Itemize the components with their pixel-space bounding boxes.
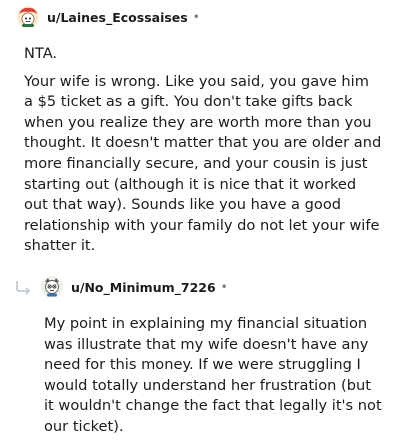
comment-body: NTA. Your wife is wrong. Like you said, … [24,44,382,264]
reply-arrow-icon [14,278,36,296]
comment-username[interactable]: u/No_Minimum_7226 [71,280,216,295]
comment-paragraph: My point in explaining my financial situ… [44,315,382,435]
comment-paragraph: Your wife is wrong. Like you said, you g… [24,72,382,255]
comment-body: My point in explaining my financial situ… [44,314,384,445]
meta-separator: • [220,280,228,294]
comment-header: u/No_Minimum_7226 • [14,272,228,302]
comment-username[interactable]: u/Laines_Ecossaises [47,10,188,25]
comment-header: u/Laines_Ecossaises • [16,4,200,30]
snoo-avatar-icon[interactable] [40,275,64,299]
comment-paragraph: NTA. [24,45,58,62]
snoo-avatar-icon[interactable] [16,5,40,29]
meta-separator: • [192,10,200,24]
